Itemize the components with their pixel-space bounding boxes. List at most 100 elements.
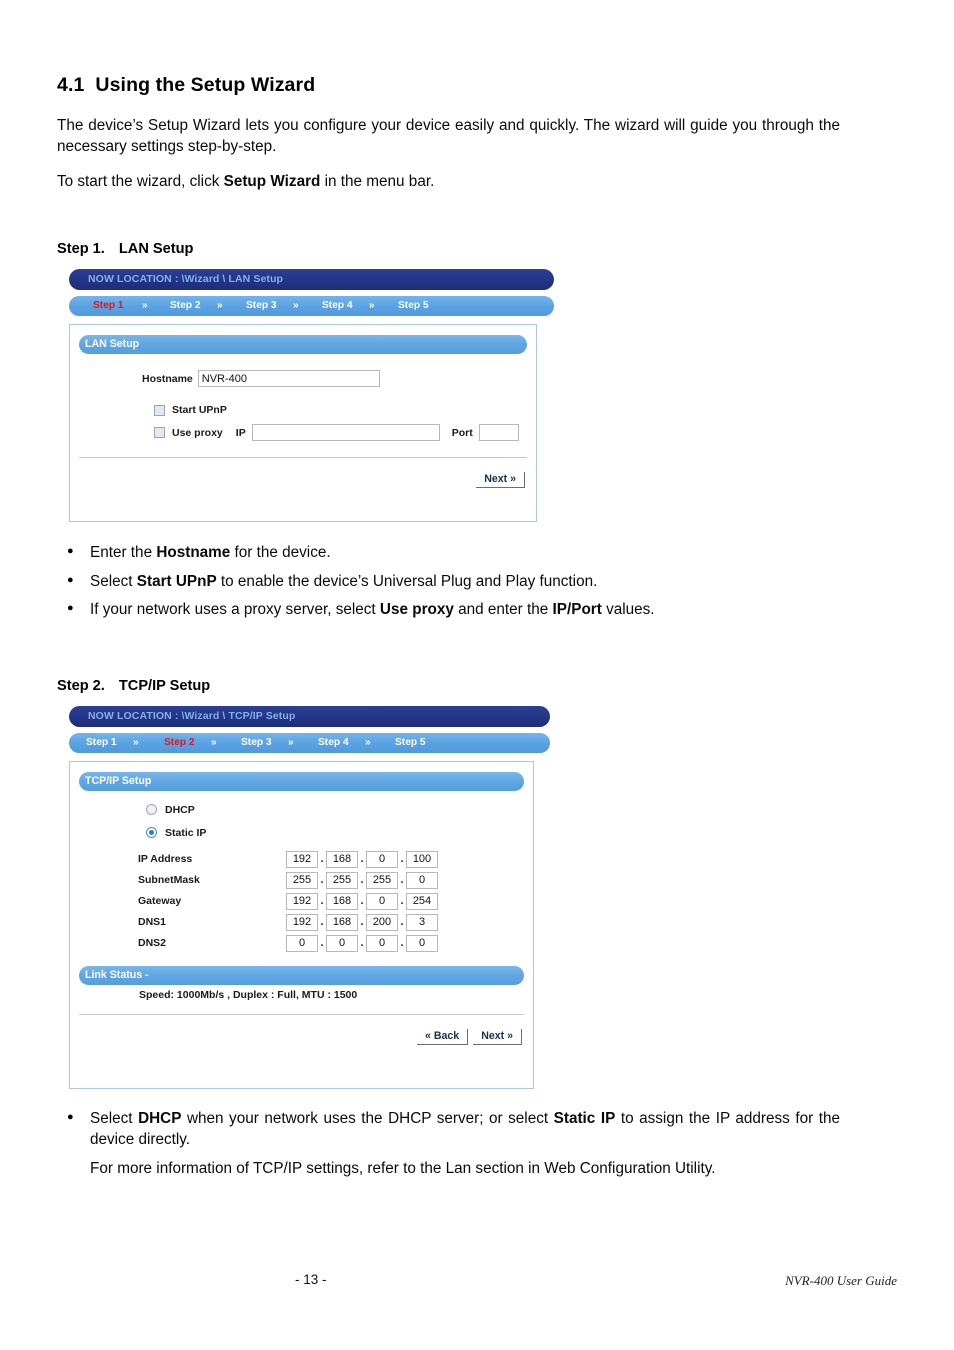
- dns2-octet-2[interactable]: [326, 934, 358, 952]
- dns1-octet-2[interactable]: [326, 913, 358, 931]
- bullet-2-post: to enable the device’s Universal Plug an…: [216, 572, 598, 590]
- subnet-mask-row: SubnetMask ...: [138, 871, 524, 889]
- step2-screenshot: NOW LOCATION : \Wizard \ TCP/IP Setup St…: [69, 705, 840, 1089]
- step2-nav-step-1[interactable]: Step 1: [86, 733, 117, 753]
- dhcp-radio[interactable]: [146, 804, 157, 815]
- hostname-input[interactable]: [197, 370, 380, 387]
- list-item: Select Start UPnP to enable the device’s…: [57, 570, 840, 593]
- gateway-octet-2[interactable]: [326, 892, 358, 910]
- step1-heading-title: LAN Setup: [118, 241, 194, 257]
- step2-heading-title: TCP/IP Setup: [118, 677, 211, 694]
- octet-dot: .: [320, 852, 324, 865]
- section-number: 4.1: [57, 74, 85, 96]
- octet-dot: .: [360, 873, 364, 886]
- start-upnp-label: Start UPnP: [172, 404, 227, 416]
- dns1-octet-4[interactable]: [406, 913, 438, 931]
- intro-paragraph-2: To start the wizard, click Setup Wizard …: [57, 171, 840, 192]
- step2-nav-step-2[interactable]: Step 2: [164, 733, 195, 753]
- step1-nav-step-2[interactable]: Step 2: [170, 296, 201, 316]
- bullet-1-pre: Enter the: [90, 544, 157, 561]
- dns2-octets: ...: [286, 934, 438, 952]
- hostname-row: Hostname: [142, 370, 527, 387]
- proxy-port-input[interactable]: [478, 424, 519, 441]
- bullet-1-post: for the device.: [230, 544, 331, 561]
- octet-dot: .: [320, 936, 324, 949]
- subnet-mask-octet-2[interactable]: [326, 871, 358, 889]
- dns2-label: DNS2: [138, 937, 167, 949]
- tcpip-form: DHCP Static IP IP Address ...: [79, 804, 524, 1045]
- subnet-mask-octet-4[interactable]: [406, 871, 438, 889]
- page-footer: - 13 - NVR-400 User Guide: [57, 1272, 897, 1294]
- footer-page-number: - 13 -: [295, 1272, 327, 1287]
- step2-nav-sep-1: »: [133, 736, 139, 748]
- intro-p2-post: in the menu bar.: [320, 173, 435, 190]
- step1-nav-sep-2: »: [217, 300, 223, 311]
- subnet-mask-label: SubnetMask: [138, 874, 200, 886]
- octet-dot: .: [360, 894, 364, 907]
- gateway-octet-1[interactable]: [286, 892, 318, 910]
- lan-setup-form: Hostname Start UPnP Use proxy IP Port: [79, 370, 527, 488]
- dns1-row: DNS1 ...: [138, 913, 524, 931]
- static-ip-row[interactable]: Static IP: [146, 827, 524, 839]
- proxy-port-label: Port: [451, 426, 473, 439]
- step1-bullet-list: Enter the Hostname for the device. Selec…: [57, 541, 840, 621]
- s2-bullet-1-pre: Select: [90, 1109, 139, 1127]
- dhcp-row[interactable]: DHCP: [146, 804, 524, 816]
- step1-nav-step-5[interactable]: Step 5: [398, 296, 429, 316]
- dns2-octet-4[interactable]: [406, 934, 438, 952]
- step2-nav-sep-3: »: [288, 736, 294, 748]
- gateway-octets: ...: [286, 892, 438, 910]
- octet-dot: .: [400, 936, 404, 949]
- step2-nav-step-3[interactable]: Step 3: [241, 733, 272, 753]
- dns2-row: DNS2 ...: [138, 934, 524, 952]
- octet-dot: .: [320, 915, 324, 928]
- link-status-text: Speed: 1000Mb/s , Duplex : Full, MTU : 1…: [139, 988, 358, 1001]
- dns1-octet-3[interactable]: [366, 913, 398, 931]
- step1-heading-label: Step 1.: [57, 241, 105, 257]
- lan-setup-panel: LAN Setup Hostname Start UPnP Use proxy …: [69, 324, 537, 522]
- step2-nav-step-5[interactable]: Step 5: [395, 733, 426, 753]
- subnet-mask-octet-3[interactable]: [366, 871, 398, 889]
- proxy-ip-label: IP: [235, 426, 246, 439]
- gateway-octet-4[interactable]: [406, 892, 438, 910]
- ip-address-octet-3[interactable]: [366, 850, 398, 868]
- dns1-octet-1[interactable]: [286, 913, 318, 931]
- step1-nav-sep-4: »: [369, 300, 375, 311]
- ip-fields-group: IP Address ... SubnetMask ...: [138, 850, 524, 952]
- gateway-octet-3[interactable]: [366, 892, 398, 910]
- subnet-mask-octet-1[interactable]: [286, 871, 318, 889]
- ip-address-octet-2[interactable]: [326, 850, 358, 868]
- octet-dot: .: [320, 894, 324, 907]
- octet-dot: .: [400, 894, 404, 907]
- use-proxy-checkbox[interactable]: [154, 427, 165, 438]
- step1-nav-step-4[interactable]: Step 4: [322, 296, 353, 316]
- page-content: 4.1 Using the Setup Wizard The device’s S…: [57, 74, 840, 1186]
- step1-nav-step-1[interactable]: Step 1: [93, 296, 124, 316]
- step1-nav-sep-3: »: [293, 300, 299, 311]
- step1-location-bar: NOW LOCATION : \Wizard \ LAN Setup: [69, 269, 554, 290]
- step2-nav-sep-4: »: [365, 736, 371, 748]
- use-proxy-row[interactable]: Use proxy IP Port: [154, 424, 527, 441]
- octet-dot: .: [320, 873, 324, 886]
- static-ip-radio[interactable]: [146, 827, 157, 838]
- tcpip-next-button[interactable]: Next »: [473, 1028, 522, 1045]
- use-proxy-label: Use proxy: [172, 426, 223, 439]
- tcpip-back-button[interactable]: « Back: [417, 1028, 469, 1045]
- dns2-octet-3[interactable]: [366, 934, 398, 952]
- step1-nav-step-3[interactable]: Step 3: [246, 296, 277, 316]
- lan-next-button[interactable]: Next »: [476, 472, 525, 488]
- tcpip-setup-panel: TCP/IP Setup DHCP Static IP IP Address 1…: [69, 760, 534, 1089]
- ip-address-octet-1[interactable]: [286, 850, 318, 868]
- bullet-1-bold: Hostname: [156, 544, 231, 561]
- step1-step-nav: Step 1 » Step 2 » Step 3 » Step 4 » Step…: [69, 296, 554, 316]
- step1-heading: Step 1. LAN Setup: [57, 241, 840, 257]
- start-upnp-checkbox[interactable]: [154, 404, 165, 416]
- lan-setup-panel-title: LAN Setup: [79, 335, 527, 354]
- proxy-ip-input[interactable]: [251, 424, 440, 441]
- step2-nav-step-4[interactable]: Step 4: [318, 733, 349, 753]
- ip-address-octet-4[interactable]: [406, 850, 438, 868]
- ip-address-label: IP Address: [138, 853, 193, 865]
- start-upnp-row[interactable]: Start UPnP: [154, 404, 527, 416]
- dns2-octet-1[interactable]: [286, 934, 318, 952]
- octet-dot: .: [360, 915, 364, 928]
